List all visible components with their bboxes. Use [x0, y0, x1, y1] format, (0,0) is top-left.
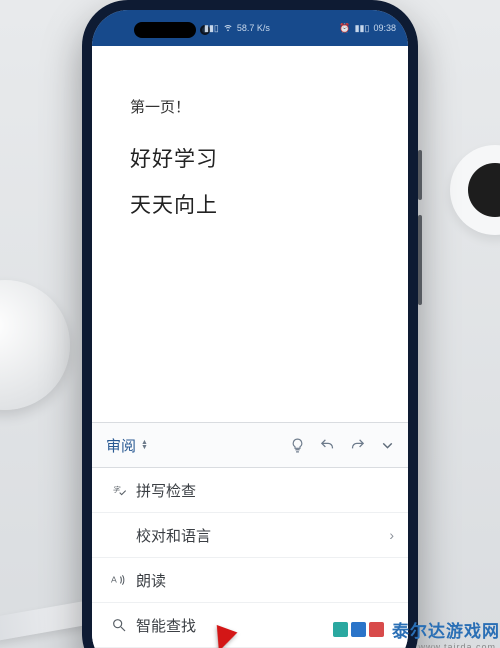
tell-me-icon[interactable]: [282, 430, 312, 460]
svg-text:A: A: [111, 575, 117, 585]
tab-switch-icon: ▲▼: [141, 440, 148, 450]
menu-item-label: 拼写检查: [136, 480, 394, 501]
menu-item-label: 校对和语言: [136, 525, 389, 546]
clock-text: 09:38: [373, 23, 396, 33]
document-area[interactable]: 第一页！ 好好学习 天天向上: [92, 60, 408, 422]
doc-line-small: 第一页！: [130, 96, 370, 117]
watermark-domain: www.tairda.com: [418, 642, 496, 648]
menu-spellcheck[interactable]: 字 拼写检查: [92, 468, 408, 513]
wifi-icon: [223, 22, 233, 34]
prop-earbuds-case: [0, 280, 70, 410]
menu-read-aloud[interactable]: A 朗读: [92, 558, 408, 603]
signal-icon: ▮▮▯: [204, 23, 219, 34]
watermark-brand: 泰尔达游戏网: [392, 617, 500, 642]
spellcheck-icon: 字: [106, 482, 132, 498]
menu-item-label: 朗读: [136, 570, 394, 591]
battery-icon: ▮▮▯: [355, 23, 370, 34]
read-aloud-icon: A: [106, 572, 132, 588]
phone-side-button: [418, 215, 422, 305]
search-icon: [106, 617, 132, 633]
tab-label: 审阅: [106, 435, 136, 456]
ribbon-toolbar: 审阅 ▲▼: [92, 422, 408, 468]
doc-line-big-2: 天天向上: [130, 189, 370, 219]
phone-frame: ▮▮▯ 58.7 K/s ⏰ ▮▮▯ 09:38 第一页！ 好好学习 天天向上: [82, 0, 418, 648]
prop-coffee-cup: [450, 145, 500, 235]
alarm-icon: ⏰: [339, 23, 350, 34]
camera-pill: [134, 22, 196, 38]
watermark-logo: [330, 622, 384, 637]
phone-side-button: [418, 150, 422, 200]
redo-icon[interactable]: [342, 430, 372, 460]
undo-icon[interactable]: [312, 430, 342, 460]
document-page[interactable]: 第一页！ 好好学习 天天向上: [106, 60, 394, 380]
watermark: 泰尔达游戏网 www.tairda.com: [330, 617, 500, 642]
chevron-right-icon: ›: [389, 527, 394, 543]
status-bar: ▮▮▯ 58.7 K/s ⏰ ▮▮▯ 09:38: [92, 10, 408, 46]
tab-review[interactable]: 审阅 ▲▼: [98, 431, 156, 460]
net-speed: 58.7 K/s: [237, 23, 270, 33]
doc-line-big-1: 好好学习: [130, 143, 370, 173]
phone-screen: ▮▮▯ 58.7 K/s ⏰ ▮▮▯ 09:38 第一页！ 好好学习 天天向上: [92, 10, 408, 648]
collapse-ribbon-icon[interactable]: [372, 430, 402, 460]
menu-proofing-language[interactable]: 校对和语言 ›: [92, 513, 408, 558]
